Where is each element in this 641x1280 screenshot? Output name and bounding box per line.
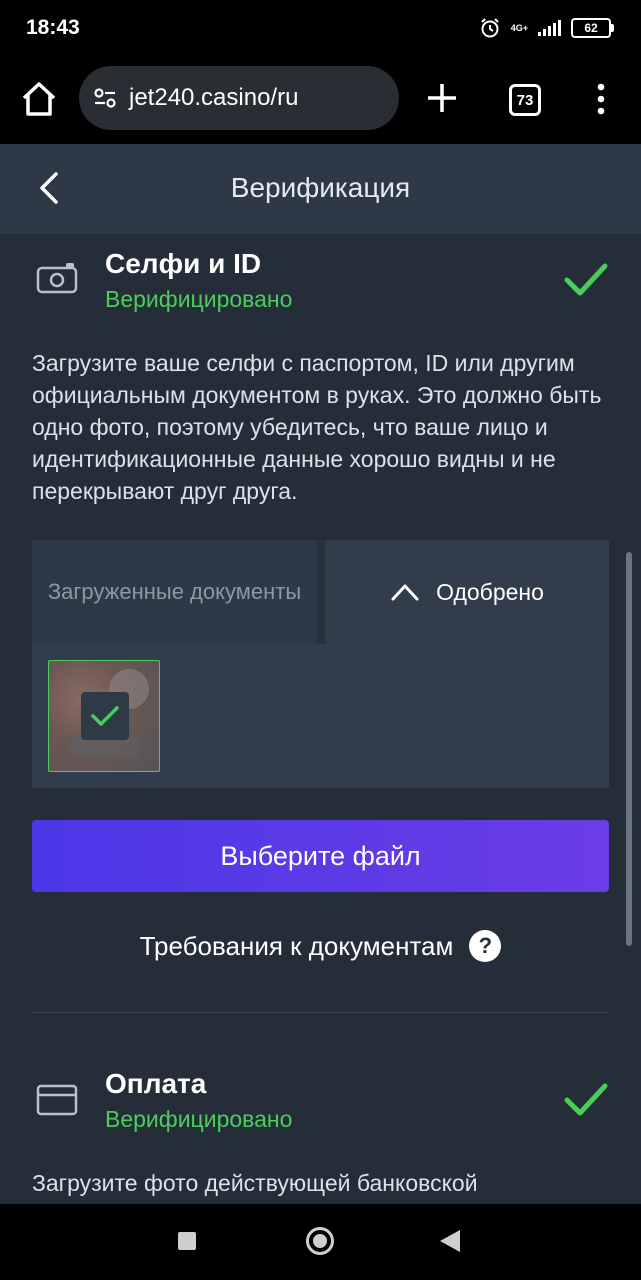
tab-approved-label: Одобрено (436, 578, 544, 605)
status-icons: 4G+ 62 (479, 14, 614, 42)
alarm-icon (481, 18, 499, 38)
page-title: Верификация (230, 172, 411, 203)
more-menu-icon[interactable] (590, 82, 612, 116)
camera-icon (36, 263, 78, 294)
verified-check-icon (564, 1083, 608, 1116)
status-time: 18:43 (26, 16, 80, 39)
section-description: Загрузите фото действующей банковской (32, 1170, 478, 1196)
home-icon[interactable] (18, 78, 60, 120)
tab-switcher-button[interactable]: 73 (509, 84, 541, 116)
network-type: 4G+ (510, 22, 528, 33)
tab-approved[interactable]: Одобрено (325, 540, 609, 644)
tab-uploaded-documents[interactable]: Загруженные документы (32, 540, 317, 644)
signal-icon (538, 20, 561, 36)
document-requirements-link[interactable]: Требования к документам ? (0, 924, 641, 968)
check-icon (91, 706, 119, 726)
system-nav-bar (0, 1204, 641, 1280)
site-settings-icon[interactable] (91, 84, 119, 112)
scrollbar[interactable] (626, 552, 632, 946)
battery-icon: 62 (571, 18, 614, 38)
documents-panel: Загруженные документы Одобрено (32, 540, 609, 788)
document-thumbnail[interactable] (48, 660, 160, 772)
section-divider (32, 1012, 609, 1013)
section-selfie-id: Селфи и ID Верифицировано (32, 234, 609, 312)
section-title: Селфи и ID (105, 248, 262, 279)
tab-divider (317, 540, 325, 644)
section-description: Загрузите ваше селфи с паспортом, ID или… (32, 350, 602, 504)
choose-file-button[interactable]: Выберите файл (32, 820, 609, 892)
approved-check-badge (81, 692, 129, 740)
address-bar[interactable]: jet240.casino/ru (79, 66, 399, 130)
section-title: Оплата (105, 1068, 207, 1099)
home-nav-icon[interactable] (306, 1227, 334, 1255)
page-header: Верификация (0, 144, 641, 234)
credit-card-icon (36, 1084, 78, 1116)
help-icon[interactable]: ? (469, 930, 502, 962)
section-payment: Оплата Верифицировано (32, 1054, 609, 1132)
verified-check-icon (564, 263, 608, 296)
browser-toolbar: jet240.casino/ru 73 (0, 56, 641, 144)
new-tab-icon[interactable] (424, 80, 460, 116)
status-bar: 18:43 4G+ 62 (0, 0, 641, 56)
verification-content[interactable]: Селфи и ID Верифицировано Загрузите ваше… (0, 234, 641, 1204)
verified-status: Верифицировано (105, 286, 293, 312)
chevron-up-icon (391, 584, 419, 601)
recents-icon[interactable] (178, 1232, 196, 1250)
url-text[interactable]: jet240.casino/ru (129, 84, 298, 112)
requirements-label[interactable]: Требования к документам (140, 931, 454, 962)
back-nav-icon[interactable] (440, 1230, 460, 1252)
verified-status: Верифицировано (105, 1106, 293, 1132)
